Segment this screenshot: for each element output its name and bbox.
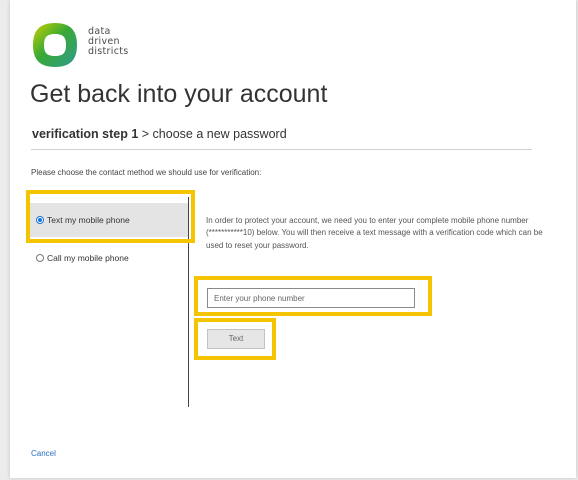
step-indicator: verification step 1 > choose a new passw…: [32, 127, 287, 141]
step-divider: [31, 149, 532, 150]
highlight-text-button: [194, 318, 276, 360]
current-step: verification step 1: [32, 127, 139, 141]
verification-info-text: In order to protect your account, we nee…: [206, 216, 543, 250]
cancel-link[interactable]: Cancel: [31, 449, 56, 458]
password-reset-page: data driven districts Get back into your…: [10, 0, 576, 478]
highlight-text-option: [26, 190, 195, 243]
page-title: Get back into your account: [30, 80, 328, 108]
instruction-text: Please choose the contact method we shou…: [31, 168, 262, 177]
highlight-phone-input: [194, 276, 432, 316]
method-option-call[interactable]: Call my mobile phone: [28, 241, 188, 275]
radio-unselected-icon[interactable]: [36, 254, 44, 262]
next-step: > choose a new password: [138, 127, 287, 141]
brand-name-line-3: districts: [88, 46, 129, 57]
brand-name: data driven districts: [88, 27, 129, 57]
data-driven-districts-logo: [33, 23, 77, 67]
method-option-label: Call my mobile phone: [47, 253, 129, 263]
